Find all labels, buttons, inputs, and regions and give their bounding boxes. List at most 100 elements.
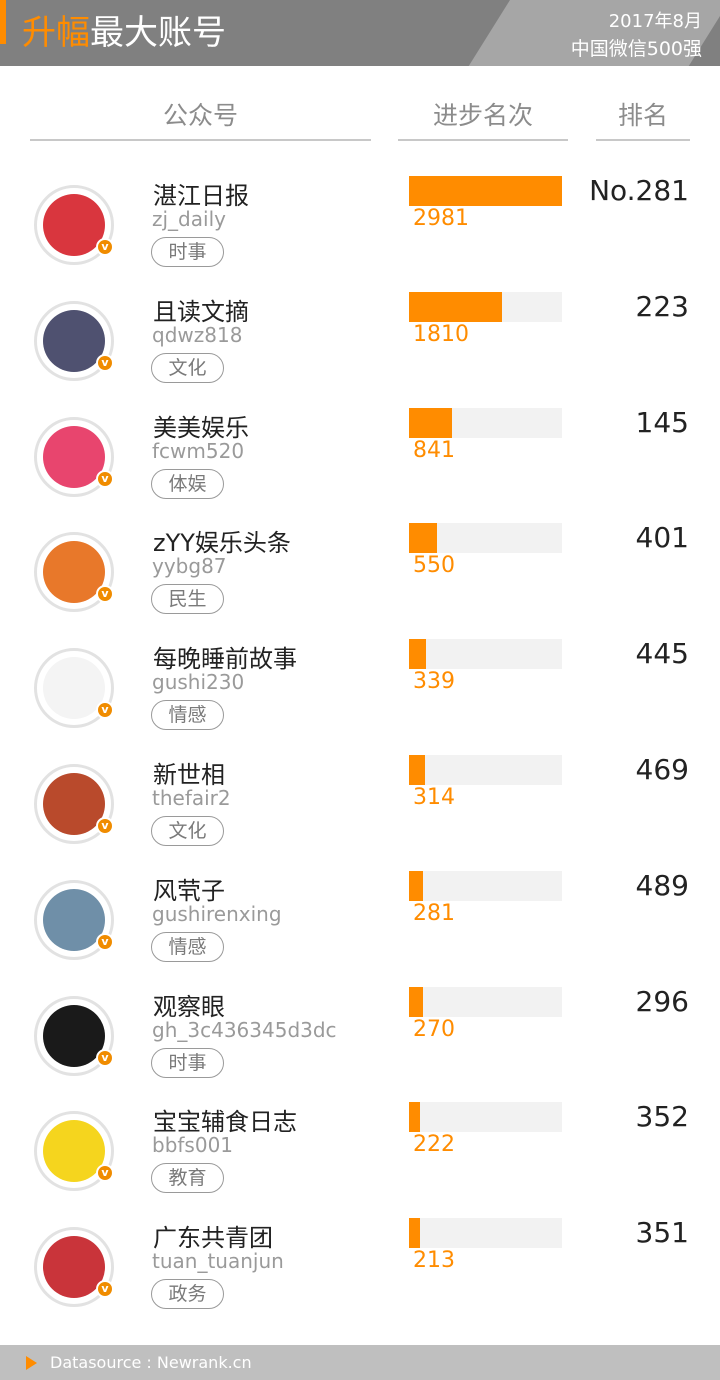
rank-value: 401 <box>635 521 689 554</box>
progress-bar-track <box>409 292 562 322</box>
title-highlight: 升幅 <box>22 13 90 53</box>
progress-bar <box>409 176 562 206</box>
progress-bar <box>409 408 452 438</box>
verified-badge-icon: v <box>96 933 114 951</box>
header-date: 2017年8月 <box>608 11 702 32</box>
list-item[interactable]: v 湛江日报 zj_daily 时事 2981 No.281 <box>0 170 720 286</box>
column-divider-progress <box>398 139 568 141</box>
progress-value: 281 <box>413 901 455 926</box>
progress-value: 2981 <box>413 206 469 231</box>
progress-bar <box>409 639 426 669</box>
verified-badge-icon: v <box>96 701 114 719</box>
account-id: fcwm520 <box>152 439 245 463</box>
progress-value: 222 <box>413 1132 455 1157</box>
account-id: gushirenxing <box>152 902 282 926</box>
progress-bar <box>409 523 437 553</box>
progress-bar-track <box>409 1102 562 1132</box>
rank-value: No.281 <box>589 174 689 207</box>
progress-bar <box>409 1218 420 1248</box>
account-name[interactable]: zYY娱乐头条 <box>153 523 291 558</box>
progress-bar-track <box>409 523 562 553</box>
list-item[interactable]: v 观察眼 gh_3c436345d3dc 时事 270 296 <box>0 981 720 1097</box>
list-item[interactable]: v 每晚睡前故事 gushi230 情感 339 445 <box>0 633 720 749</box>
account-name[interactable]: 每晚睡前故事 <box>153 639 297 674</box>
category-tag: 体娱 <box>151 469 224 499</box>
progress-bar-track <box>409 1218 562 1248</box>
category-tag: 文化 <box>151 353 224 383</box>
account-id: zj_daily <box>152 207 226 231</box>
column-header-rank: 排名 <box>617 101 668 130</box>
rank-value: 296 <box>635 985 689 1018</box>
list-item[interactable]: v 且读文摘 qdwz818 文化 1810 223 <box>0 286 720 402</box>
progress-value: 1810 <box>413 322 469 347</box>
progress-value: 841 <box>413 438 455 463</box>
account-name[interactable]: 且读文摘 <box>153 292 249 327</box>
list-item[interactable]: v 广东共青团 tuan_tuanjun 政务 213 351 <box>0 1212 720 1328</box>
column-header-account: 公众号 <box>162 101 238 130</box>
list-item[interactable]: v 风茕子 gushirenxing 情感 281 489 <box>0 865 720 981</box>
progress-bar-track <box>409 755 562 785</box>
progress-bar <box>409 755 425 785</box>
verified-badge-icon: v <box>96 238 114 256</box>
verified-badge-icon: v <box>96 585 114 603</box>
play-triangle-icon <box>26 1356 37 1370</box>
account-name[interactable]: 宝宝辅食日志 <box>153 1102 297 1137</box>
rank-value: 469 <box>635 753 689 786</box>
category-tag: 民生 <box>151 584 224 614</box>
list-item[interactable]: v zYY娱乐头条 yybg87 民生 550 401 <box>0 517 720 633</box>
rank-value: 489 <box>635 869 689 902</box>
verified-badge-icon: v <box>96 470 114 488</box>
column-divider-account <box>30 139 371 141</box>
category-tag: 教育 <box>151 1163 224 1193</box>
account-id: thefair2 <box>152 786 231 810</box>
header-accent-bar <box>0 0 6 44</box>
rank-value: 352 <box>635 1100 689 1133</box>
header-banner: 升幅最大账号 2017年8月 中国微信500强 <box>0 0 720 66</box>
verified-badge-icon: v <box>96 1280 114 1298</box>
progress-bar-track <box>409 871 562 901</box>
verified-badge-icon: v <box>96 354 114 372</box>
progress-bar-track <box>409 176 562 206</box>
category-tag: 情感 <box>151 932 224 962</box>
account-id: tuan_tuanjun <box>152 1249 284 1273</box>
progress-bar <box>409 987 423 1017</box>
verified-badge-icon: v <box>96 1049 114 1067</box>
progress-value: 270 <box>413 1017 455 1042</box>
rank-value: 145 <box>635 406 689 439</box>
category-tag: 政务 <box>151 1279 224 1309</box>
progress-value: 550 <box>413 553 455 578</box>
account-name[interactable]: 美美娱乐 <box>153 408 249 443</box>
account-name[interactable]: 新世相 <box>153 755 225 790</box>
footer-bar: Datasource : Newrank.cn <box>0 1345 720 1380</box>
column-divider-rank <box>596 139 690 141</box>
account-id: qdwz818 <box>152 323 243 347</box>
list-item[interactable]: v 新世相 thefair2 文化 314 469 <box>0 749 720 865</box>
rank-value: 445 <box>635 637 689 670</box>
progress-bar-track <box>409 408 562 438</box>
progress-value: 314 <box>413 785 455 810</box>
verified-badge-icon: v <box>96 817 114 835</box>
category-tag: 情感 <box>151 700 224 730</box>
category-tag: 文化 <box>151 816 224 846</box>
account-name[interactable]: 湛江日报 <box>153 176 249 211</box>
progress-bar-track <box>409 987 562 1017</box>
category-tag: 时事 <box>151 237 224 267</box>
progress-value: 213 <box>413 1248 455 1273</box>
progress-bar <box>409 1102 420 1132</box>
account-name[interactable]: 观察眼 <box>153 987 225 1022</box>
account-id: gh_3c436345d3dc <box>152 1018 337 1042</box>
account-name[interactable]: 风茕子 <box>153 871 225 906</box>
title-rest: 最大账号 <box>90 13 226 53</box>
rank-value: 223 <box>635 290 689 323</box>
list-item[interactable]: v 宝宝辅食日志 bbfs001 教育 222 352 <box>0 1096 720 1212</box>
progress-bar <box>409 292 502 322</box>
account-id: gushi230 <box>152 670 245 694</box>
list-item[interactable]: v 美美娱乐 fcwm520 体娱 841 145 <box>0 402 720 518</box>
account-id: bbfs001 <box>152 1133 234 1157</box>
data-source-label: Datasource : Newrank.cn <box>50 1353 252 1372</box>
verified-badge-icon: v <box>96 1164 114 1182</box>
rank-value: 351 <box>635 1216 689 1249</box>
account-name[interactable]: 广东共青团 <box>153 1218 273 1253</box>
column-header-progress: 进步名次 <box>432 101 533 130</box>
progress-bar-track <box>409 639 562 669</box>
